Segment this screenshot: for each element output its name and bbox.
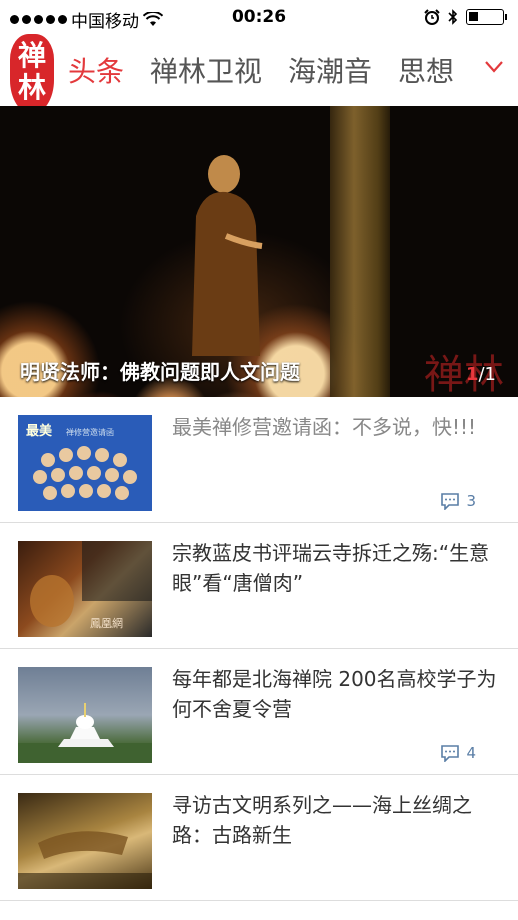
app-logo[interactable]: 禅林 — [10, 34, 54, 114]
chevron-down-icon[interactable] — [484, 60, 504, 74]
hero-banner[interactable]: 明贤法师：佛教问题即人文问题 禅林 1/1 — [0, 106, 518, 397]
hero-monk-image — [192, 155, 263, 356]
pager-total: /1 — [478, 364, 496, 385]
news-title: 宗教蓝皮书评瑞云寺拆迁之殇:“生意眼”看“唐僧肉” — [172, 541, 490, 595]
news-thumbnail-graphic: 最美 禅修营邀请函 — [26, 423, 137, 500]
news-thumbnail-graphic: 鳳凰網 — [30, 541, 152, 630]
alarm-icon — [424, 9, 440, 25]
list-item[interactable]: 每年都是北海禅院 200名高校学子为何不舍夏令营 4 — [0, 649, 518, 775]
news-title: 最美禅修营邀请函：不多说，快!!! — [172, 415, 477, 439]
svg-text:鳳凰網: 鳳凰網 — [90, 616, 123, 630]
top-navigation: 禅林 头条 禅林卫视 海潮音 思想 — [0, 34, 518, 114]
comment-count-value: 4 — [466, 744, 476, 762]
tab-chanlin-tv[interactable]: 禅林卫视 — [150, 50, 262, 90]
bluetooth-icon — [448, 9, 458, 25]
news-thumbnail-graphic — [18, 703, 152, 763]
status-bar: 中国移动 00:26 — [0, 0, 518, 34]
pager-current: 1 — [465, 364, 479, 385]
tab-haichaoyin[interactable]: 海潮音 — [288, 50, 372, 90]
comment-icon — [441, 745, 460, 762]
news-thumbnail-graphic — [18, 831, 152, 889]
hero-pager: 1/1 — [466, 364, 496, 385]
status-right — [424, 8, 507, 26]
news-thumbnail: 鳳凰網 — [18, 541, 152, 637]
comment-count[interactable]: 4 — [440, 744, 476, 762]
news-title: 寻访古文明系列之——海上丝绸之路：古路新生 — [172, 793, 472, 847]
news-title: 每年都是北海禅院 200名高校学子为何不舍夏令营 — [172, 667, 497, 721]
hero-pillar — [330, 106, 390, 397]
list-item[interactable]: 鳳凰網 宗教蓝皮书评瑞云寺拆迁之殇:“生意眼”看“唐僧肉” — [0, 523, 518, 649]
news-thumbnail — [18, 793, 152, 889]
list-item[interactable]: 最美 禅修营邀请函 最美禅修营邀请函：不多说，快!!! 3 — [0, 397, 518, 523]
tab-thought[interactable]: 思想 — [398, 50, 454, 90]
hero-title: 明贤法师：佛教问题即人文问题 — [20, 360, 300, 384]
svg-text:最美: 最美 — [26, 423, 53, 439]
tab-strip: 头条 禅林卫视 海潮音 思想 — [60, 34, 470, 106]
tab-headlines[interactable]: 头条 — [68, 50, 124, 90]
comment-count-value: 3 — [466, 492, 476, 510]
comment-count[interactable]: 3 — [440, 492, 476, 510]
news-thumbnail: 最美 禅修营邀请函 — [18, 415, 152, 511]
battery-icon — [466, 9, 507, 25]
news-thumbnail — [18, 667, 152, 763]
svg-text:禅修营邀请函: 禅修营邀请函 — [66, 427, 114, 437]
list-item[interactable]: 寻访古文明系列之——海上丝绸之路：古路新生 — [0, 775, 518, 901]
comment-icon — [441, 493, 460, 510]
